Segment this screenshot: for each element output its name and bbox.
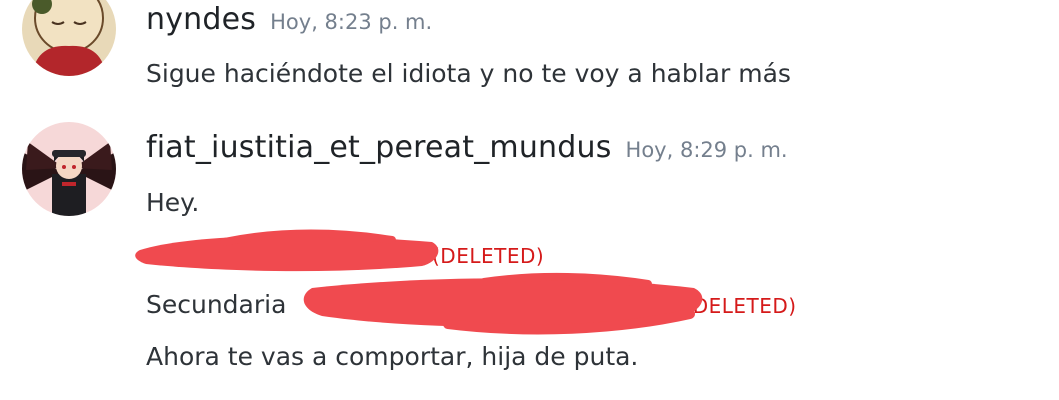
- message-text: Secundaria (DELETED): [146, 290, 797, 319]
- username[interactable]: fiat_iustitia_et_pereat_mundus: [146, 130, 612, 165]
- username[interactable]: nyndes: [146, 2, 256, 37]
- deleted-label: (DELETED): [684, 294, 797, 318]
- avatar[interactable]: [22, 122, 116, 216]
- message-text: Hey.: [146, 188, 200, 217]
- avatar-image: [22, 0, 116, 76]
- message-text: Sigue haciéndote el idiota y no te voy a…: [146, 59, 791, 88]
- message-text-prefix: Secundaria: [146, 290, 287, 319]
- message-text: Ahora te vas a comportar, hija de puta.: [146, 342, 639, 371]
- timestamp: Hoy, 8:23 p. m.: [270, 10, 433, 34]
- redacted-line: (DELETED): [146, 240, 544, 269]
- avatar-image: [22, 122, 116, 216]
- deleted-label: (DELETED): [432, 244, 545, 268]
- timestamp: Hoy, 8:29 p. m.: [625, 138, 788, 162]
- avatar[interactable]: [22, 0, 116, 76]
